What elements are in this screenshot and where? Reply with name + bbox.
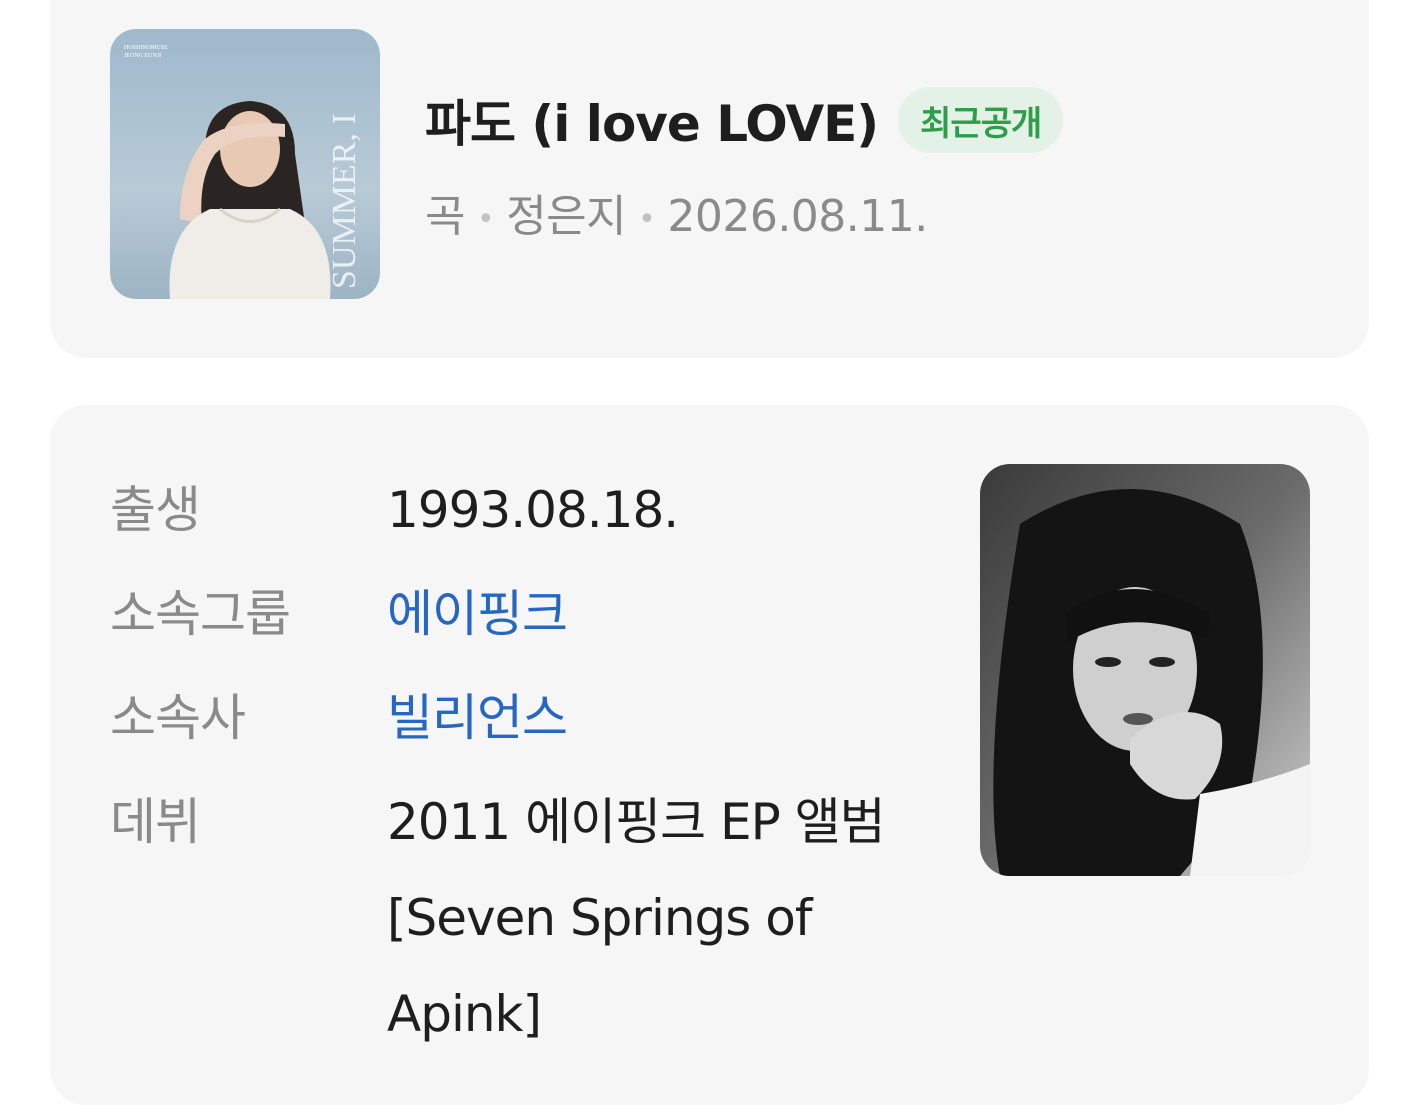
info-label-debut: 데뷔 (110, 793, 201, 851)
album-cover-image[interactable]: SUMMER, I HOSHINOMUSE JEONG EUNJI (110, 29, 380, 299)
song-date: 2026.08.11. (667, 191, 928, 242)
song-meta: 곡 • 정은지 • 2026.08.11. (425, 180, 928, 244)
info-row-birth: 출생 1993.08.18. (110, 462, 679, 558)
agency-link[interactable]: 빌리언스 (387, 670, 568, 766)
info-value-debut: 2011 에이핑크 EP 앨범 [Seven Springs of Apink] (387, 793, 886, 1043)
group-link[interactable]: 에이핑크 (387, 566, 568, 662)
info-row-group: 소속그룹 에이핑크 (110, 566, 568, 662)
profile-card: 출생 1993.08.18. 소속그룹 에이핑크 소속사 빌리언스 데뷔 201… (50, 405, 1369, 1105)
song-card[interactable]: SUMMER, I HOSHINOMUSE JEONG EUNJI 파도 (i … (50, 0, 1369, 358)
song-artist: 정은지 (506, 191, 627, 242)
recent-release-badge: 최근공개 (898, 87, 1064, 153)
info-row-agency: 소속사 빌리언스 (110, 670, 568, 766)
separator-dot: • (638, 201, 656, 237)
info-label-agency: 소속사 (110, 689, 246, 747)
song-type: 곡 (425, 191, 465, 242)
info-label-birth: 출생 (110, 481, 201, 539)
info-label-group: 소속그룹 (110, 585, 291, 643)
info-value-birth: 1993.08.18. (387, 481, 679, 539)
song-title[interactable]: 파도 (i love LOVE) (425, 84, 879, 156)
svg-text:JEONG EUNJI: JEONG EUNJI (124, 53, 161, 59)
svg-text:HOSHINOMUSE: HOSHINOMUSE (124, 45, 168, 51)
song-title-row: 파도 (i love LOVE) 최근공개 (425, 84, 1064, 156)
profile-photo[interactable] (980, 464, 1310, 876)
cover-title-text: SUMMER, I (326, 113, 363, 289)
info-row-debut: 데뷔 2011 에이핑크 EP 앨범 [Seven Springs of Api… (110, 774, 947, 1062)
separator-dot: • (476, 201, 495, 237)
